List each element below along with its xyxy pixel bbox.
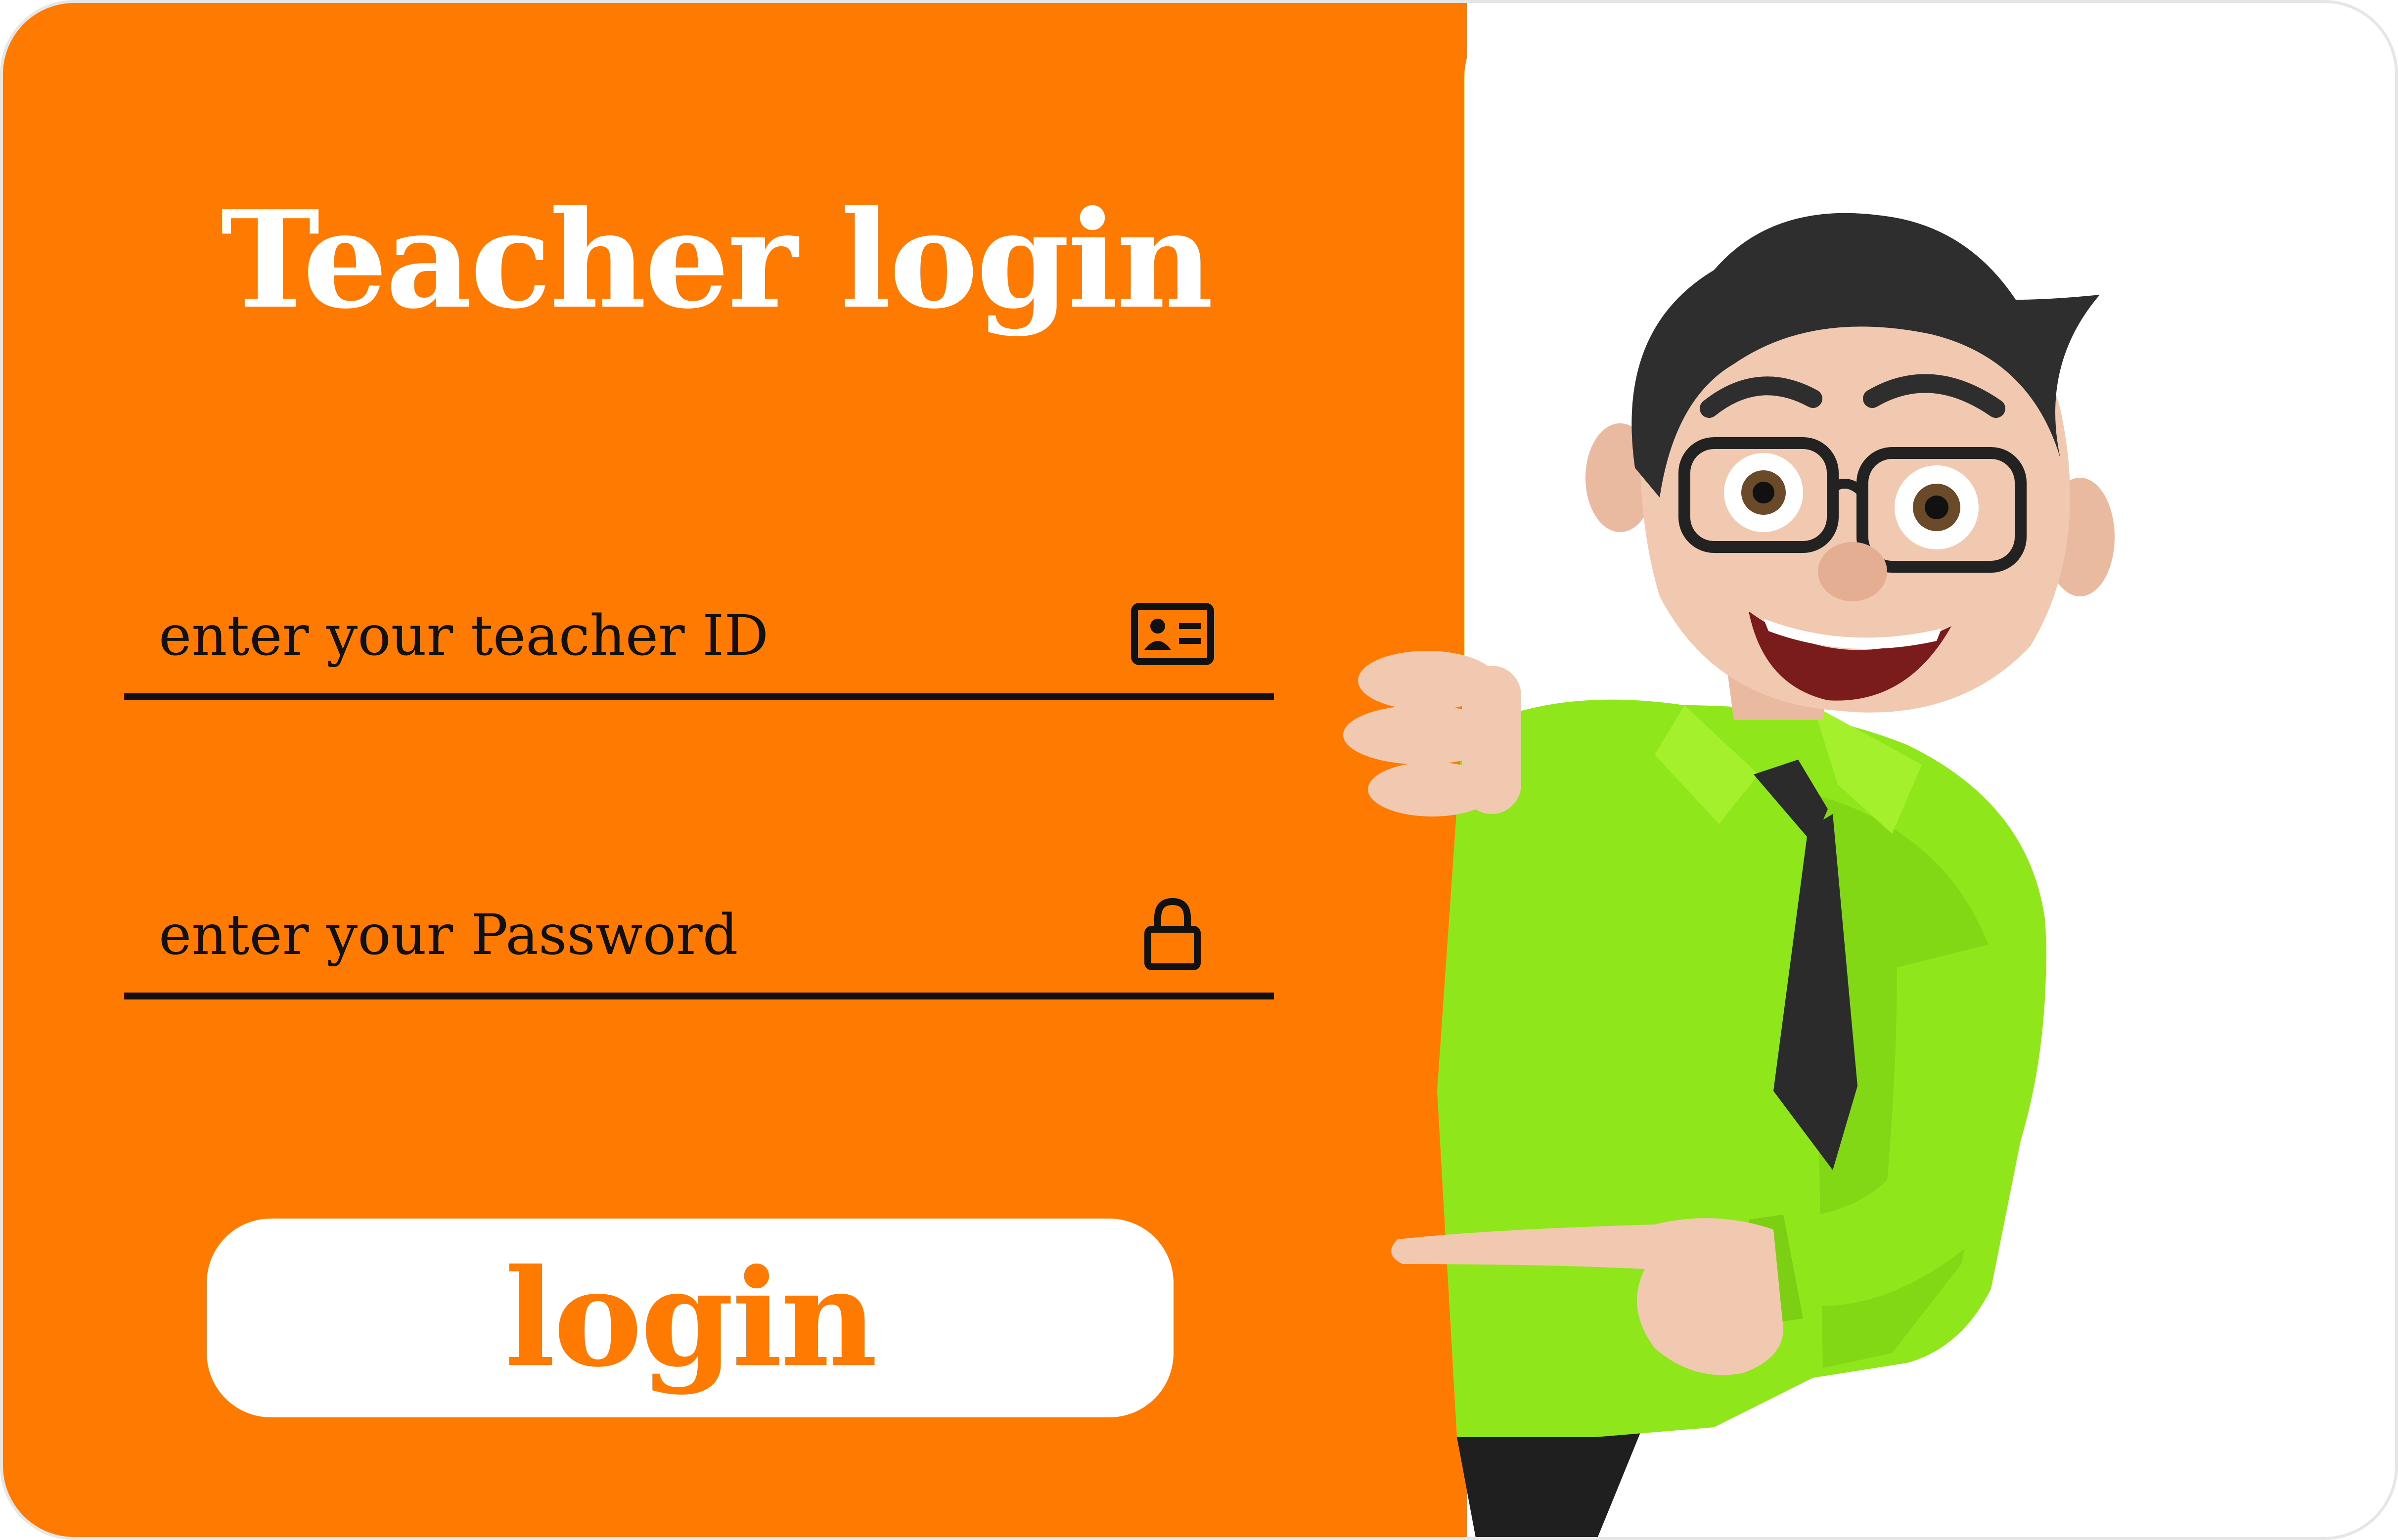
teacher-id-field: [124, 587, 1274, 700]
id-card-icon: [1131, 603, 1214, 665]
teacher-mascot-illustration: [1343, 213, 2115, 1537]
password-field: [124, 886, 1274, 999]
lock-icon: [1144, 898, 1201, 970]
login-panel: Teacher login login: [3, 3, 1467, 1537]
page-title: Teacher login: [221, 181, 1214, 338]
teacher-id-input[interactable]: [159, 596, 1098, 676]
login-button[interactable]: login: [207, 1219, 1174, 1417]
login-card: Teacher login login: [0, 0, 2398, 1540]
password-input[interactable]: [159, 896, 1098, 975]
